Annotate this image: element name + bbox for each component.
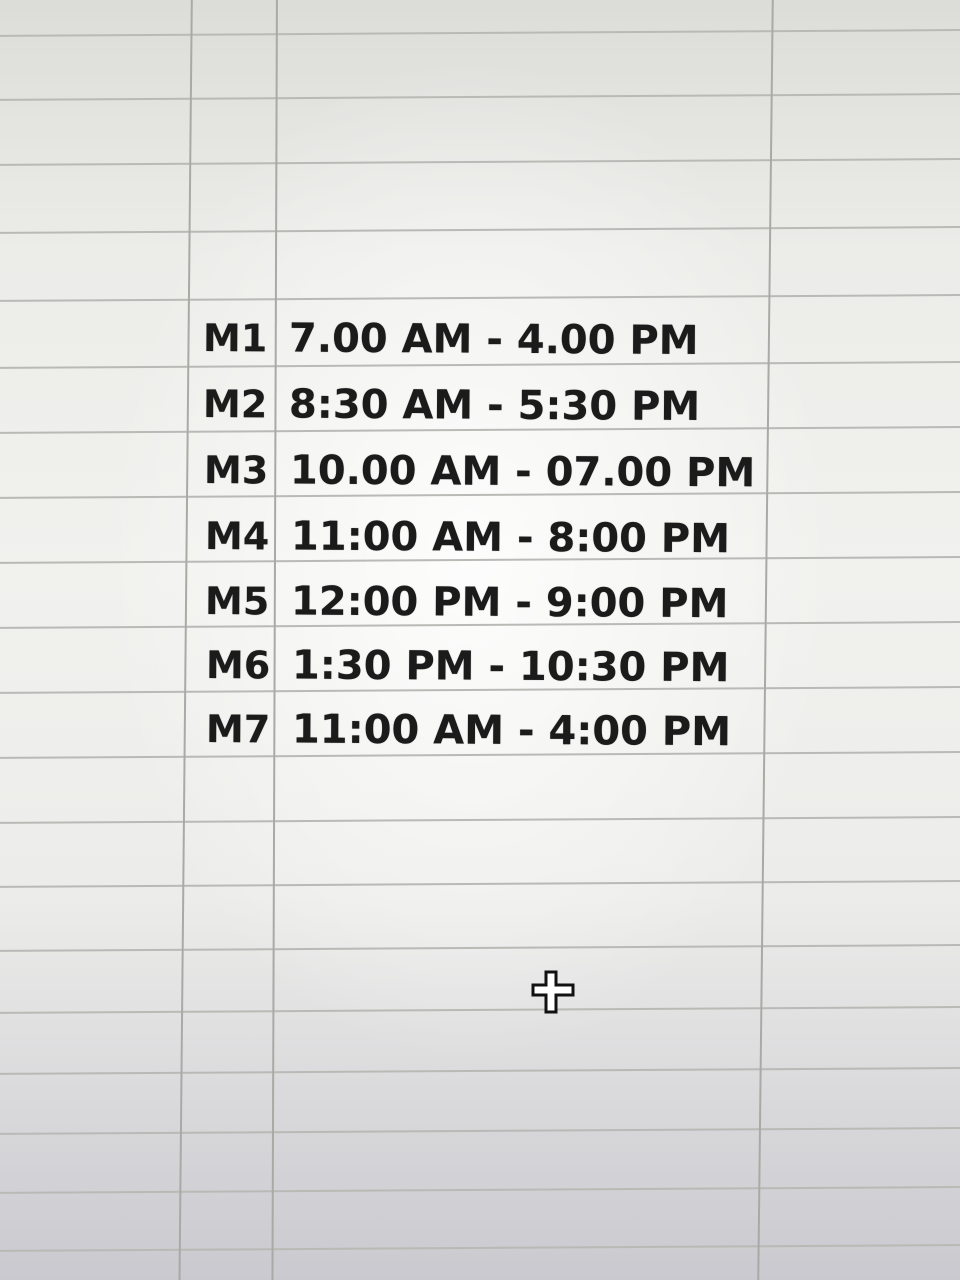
cell-shift-time[interactable]: 12:00 PM - 9:00 PM (291, 570, 729, 637)
grid-row-line (0, 293, 960, 302)
grid-row-line (0, 1243, 960, 1252)
spreadsheet-grid[interactable]: M1 7.00 AM - 4.00 PM M2 8:30 AM - 5:30 P… (0, 0, 960, 1280)
grid-column-line (756, 0, 774, 1280)
grid-column-line (178, 0, 193, 1280)
cell-shift-id[interactable]: M2 (203, 372, 283, 436)
grid-row-line (0, 1185, 960, 1194)
crosshair-plus-icon (531, 970, 575, 1014)
grid-row-line (0, 1126, 960, 1135)
grid-row-line (0, 92, 960, 101)
grid-row-line (0, 815, 960, 824)
cell-shift-id[interactable]: M3 (204, 438, 284, 502)
cell-shift-time[interactable]: 8:30 AM - 5:30 PM (289, 373, 701, 440)
cell-shift-id[interactable]: M5 (205, 569, 285, 633)
cell-shift-time[interactable]: 7.00 AM - 4.00 PM (289, 307, 699, 374)
cell-shift-id[interactable]: M4 (205, 504, 285, 568)
cell-shift-id[interactable]: M7 (206, 697, 286, 761)
cell-shift-time[interactable]: 1:30 PM - 10:30 PM (292, 634, 730, 701)
grid-row-line (0, 157, 960, 166)
grid-row-line (0, 879, 960, 888)
grid-row-line (0, 28, 960, 37)
grid-row-line (0, 225, 960, 234)
cell-shift-id[interactable]: M1 (203, 306, 283, 370)
grid-row-line (0, 1005, 960, 1014)
grid-row-line (0, 1066, 960, 1075)
cell-shift-id[interactable]: M6 (206, 633, 286, 697)
cell-shift-time[interactable]: 10.00 AM - 07.00 PM (290, 439, 756, 506)
cell-shift-time[interactable]: 11:00 AM - 8:00 PM (291, 505, 730, 572)
grid-row-line (0, 943, 960, 952)
cell-shift-time[interactable]: 11:00 AM - 4:00 PM (292, 698, 731, 765)
